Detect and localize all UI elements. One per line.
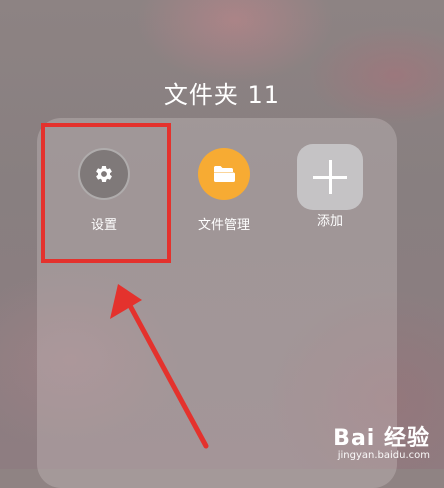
folder-icon (214, 166, 235, 182)
file-manager-app[interactable]: 文件管理 (181, 148, 267, 234)
add-app-label: 添加 (316, 214, 343, 229)
settings-highlight-box (41, 123, 171, 263)
watermark-sub: jingyan.baidu.com (337, 450, 430, 461)
plus-icon (313, 160, 347, 194)
folder-title: 文件夹 11 (163, 81, 281, 109)
baidu-watermark: Bai 经验 jingyan.baidu.com (333, 420, 430, 461)
watermark-main: Bai 经验 (333, 426, 430, 451)
add-app-tile[interactable] (297, 144, 363, 210)
add-app[interactable]: 添加 (287, 144, 373, 230)
file-manager-app-label: 文件管理 (197, 218, 250, 233)
file-manager-app-icon[interactable] (198, 148, 250, 200)
